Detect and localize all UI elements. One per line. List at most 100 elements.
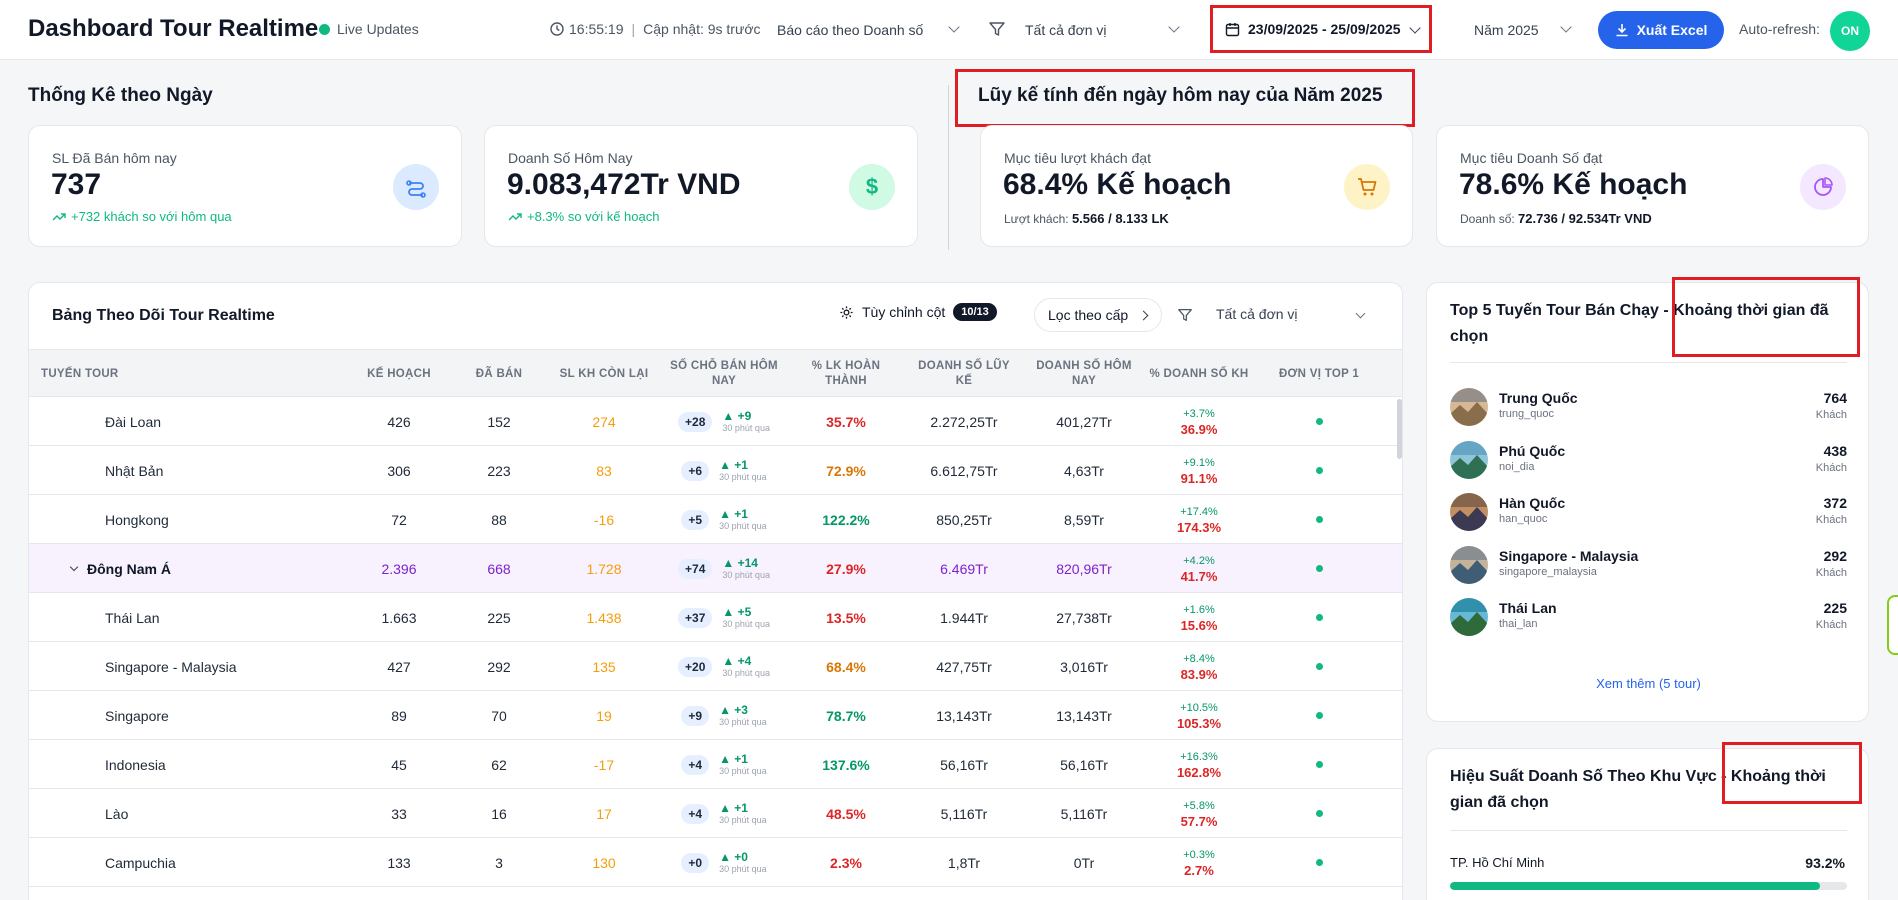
tour-name-text: Campuchia	[105, 854, 176, 871]
tour-name: Singapore	[105, 691, 345, 740]
region-pct: 93.2%	[1805, 855, 1845, 871]
highlight-box	[1722, 742, 1862, 804]
col-header[interactable]: DOANH SỐ LŨY KẾ	[909, 350, 1019, 398]
trend-block: ▲ +1 30 phút qua	[719, 508, 767, 532]
col-header[interactable]: SL KH CÒN LẠI	[544, 350, 664, 398]
col-header[interactable]: % LK HOÀN THÀNH	[796, 350, 896, 398]
autorefresh-toggle[interactable]: ON	[1830, 11, 1870, 51]
region-progress	[1450, 882, 1847, 890]
trend-up-icon	[508, 212, 522, 220]
remaining-cell: 274	[592, 413, 616, 430]
customer-count: 764	[1823, 390, 1847, 406]
table-row[interactable]: Hongkong 72 88 -16 +5 ▲ +1 30 phút qua 122.2% 85…	[29, 495, 1402, 544]
sold-cell: 223	[487, 462, 511, 479]
pct-revenue-plan-cell: +16.3% 162.8%	[1149, 740, 1249, 789]
revenue-today-cell: 0Tr	[1073, 854, 1095, 871]
pct-value: 2.7%	[1184, 862, 1214, 878]
pct-done-cell: 2.3%	[830, 854, 862, 871]
top-unit-cell	[1259, 740, 1379, 789]
cumulative-stats-title: Lũy kế tính đến ngày hôm nay của Năm 202…	[978, 85, 1383, 106]
year-select[interactable]: Năm 2025	[1462, 12, 1582, 48]
table-row[interactable]: Thái Lan 1.663 225 1.438 +37 ▲ +5 30 phút qua 1…	[29, 593, 1402, 642]
report-type-select[interactable]: Báo cáo theo Doanh số	[765, 12, 970, 48]
table-row[interactable]: Singapore 89 70 19 +9 ▲ +3 30 phút qua 78.7% 13,…	[29, 691, 1402, 740]
table-scrollbar[interactable]	[1397, 399, 1402, 459]
tour-name: Thái Lan	[105, 593, 345, 642]
plan-cell: 45	[391, 756, 407, 773]
tour-name-text: Đài Loan	[105, 413, 162, 430]
table-row[interactable]: Singapore - Malaysia 427 292 135 +20 ▲ +4 30 p…	[29, 642, 1402, 691]
col-header[interactable]: SỐ CHỖ BÁN HÔM NAY	[669, 350, 779, 398]
col-header[interactable]: ĐÃ BÁN	[459, 350, 539, 398]
pct-done-cell: 72.9%	[826, 462, 866, 479]
pct-revenue-plan-cell: +10.5% 105.3%	[1149, 691, 1249, 740]
trend-note: 30 phút qua	[719, 471, 767, 482]
tour-code: han_quoc	[1499, 513, 1548, 525]
revenue-today-cell: 3,016Tr	[1060, 658, 1108, 675]
top-tour-item[interactable]: Trung Quốc trung_quoc 764 Khách	[1450, 386, 1847, 430]
unit-select[interactable]: Tất cả đơn vị	[1013, 12, 1190, 48]
date-range-picker[interactable]: 23/09/2025 - 25/09/2025	[1210, 5, 1432, 53]
table-row[interactable]: Indonesia 45 62 -17 +4 ▲ +1 30 phút qua 137.6% 5…	[29, 740, 1402, 789]
seats-badge: +74	[678, 558, 713, 579]
stat-trend-text: +8.3% so với kế hoạch	[527, 209, 660, 224]
top-tour-item[interactable]: Hàn Quốc han_quoc 372 Khách	[1450, 491, 1847, 535]
col-header[interactable]: ĐƠN VỊ TOP 1	[1259, 350, 1379, 398]
tour-code: noi_dia	[1499, 460, 1535, 473]
remaining-cell: 17	[596, 805, 612, 822]
tour-name: Phú Quốc	[1499, 442, 1566, 459]
see-more-link[interactable]: Xem thêm (5 tour)	[1427, 676, 1870, 691]
top-tour-item[interactable]: Phú Quốc noi_dia 438 Khách	[1450, 439, 1847, 483]
count-unit: Khách	[1815, 461, 1847, 474]
sold-cell: 88	[491, 511, 507, 528]
pie-icon	[1800, 164, 1846, 210]
pct-delta: +17.4%	[1180, 505, 1218, 518]
col-header[interactable]: KẾ HOẠCH	[349, 350, 449, 398]
tour-name: Trung Quốc	[1499, 390, 1578, 406]
pct-done-cell: 68.4%	[826, 658, 866, 675]
table-unit-select[interactable]: Tất cả đơn vị	[1204, 298, 1384, 332]
customize-columns-button[interactable]: Tùy chỉnh cột 10/13	[839, 303, 997, 321]
col-header[interactable]: % DOANH SỐ KH	[1149, 350, 1249, 398]
status-dot-icon	[1315, 614, 1323, 621]
col-header[interactable]: DOANH SỐ HÔM NAY	[1029, 350, 1139, 398]
tour-code: thai_lan	[1499, 618, 1538, 630]
trend-block: ▲ +1 30 phút qua	[719, 802, 767, 826]
revenue-cumulative-cell: 6.612,75Tr	[930, 462, 998, 479]
sold-cell: 70	[491, 707, 507, 724]
table-group-row[interactable]: Đông Nam Á 2.396 668 1.728 +74 ▲ +14 30 phút q…	[29, 544, 1402, 593]
pct-done-cell: 122.2%	[822, 511, 870, 528]
pct-done-cell: 48.5%	[826, 805, 866, 822]
seats-today-cell: +0 ▲ +0 30 phút qua	[669, 838, 779, 887]
col-header[interactable]: TUYẾN TOUR	[41, 350, 241, 398]
stat-value: 737	[51, 168, 102, 201]
seats-today-cell: +74 ▲ +14 30 phút qua	[669, 544, 779, 593]
table-row[interactable]: Lào 33 16 17 +4 ▲ +1 30 phút qua 48.5% 5,116Tr 5,…	[29, 789, 1402, 838]
trend-block: ▲ +4 30 phút qua	[722, 655, 770, 679]
table-row[interactable]: Đài Loan 426 152 274 +28 ▲ +9 30 phút qua 35.7%…	[29, 397, 1402, 446]
tour-name: Thái Lan	[1499, 600, 1557, 616]
sold-cell: 16	[491, 805, 507, 822]
pct-delta: +10.5%	[1180, 701, 1218, 714]
chevron-down-icon	[1355, 308, 1366, 319]
level-filter-button[interactable]: Lọc theo cấp	[1034, 298, 1162, 332]
stat-card-sold-today: SL Đã Bán hôm nay 737 +732 khách so với …	[28, 125, 462, 247]
trend-value: ▲ +1	[719, 751, 748, 766]
table-row[interactable]: Campuchia 133 3 130 +0 ▲ +0 30 phút qua 2.3% 1,8…	[29, 838, 1402, 887]
remaining-cell: 130	[592, 854, 616, 871]
chevron-down-icon[interactable]	[69, 562, 79, 571]
top-tour-item[interactable]: Thái Lan thai_lan 225 Khách	[1450, 596, 1847, 640]
stat-value: 9.083,472Tr VND	[507, 168, 741, 201]
top-tour-item[interactable]: Singapore - Malaysia singapore_malaysia 29…	[1450, 544, 1847, 588]
highlight-box	[1672, 277, 1860, 357]
export-excel-button[interactable]: Xuất Excel	[1598, 11, 1724, 49]
trend-value: ▲ +5	[722, 604, 752, 619]
plan-cell: 427	[387, 658, 411, 675]
report-type-value: Báo cáo theo Doanh số	[777, 22, 924, 38]
customer-count: 225	[1823, 600, 1847, 616]
table-row[interactable]: Nhật Bản 306 223 83 +6 ▲ +1 30 phút qua 72.9% 6.…	[29, 446, 1402, 495]
side-drawer-tab[interactable]	[1887, 595, 1898, 655]
pct-delta: +5.8%	[1183, 799, 1215, 812]
plan-cell: 306	[387, 462, 411, 479]
tour-name: Hongkong	[105, 495, 345, 544]
